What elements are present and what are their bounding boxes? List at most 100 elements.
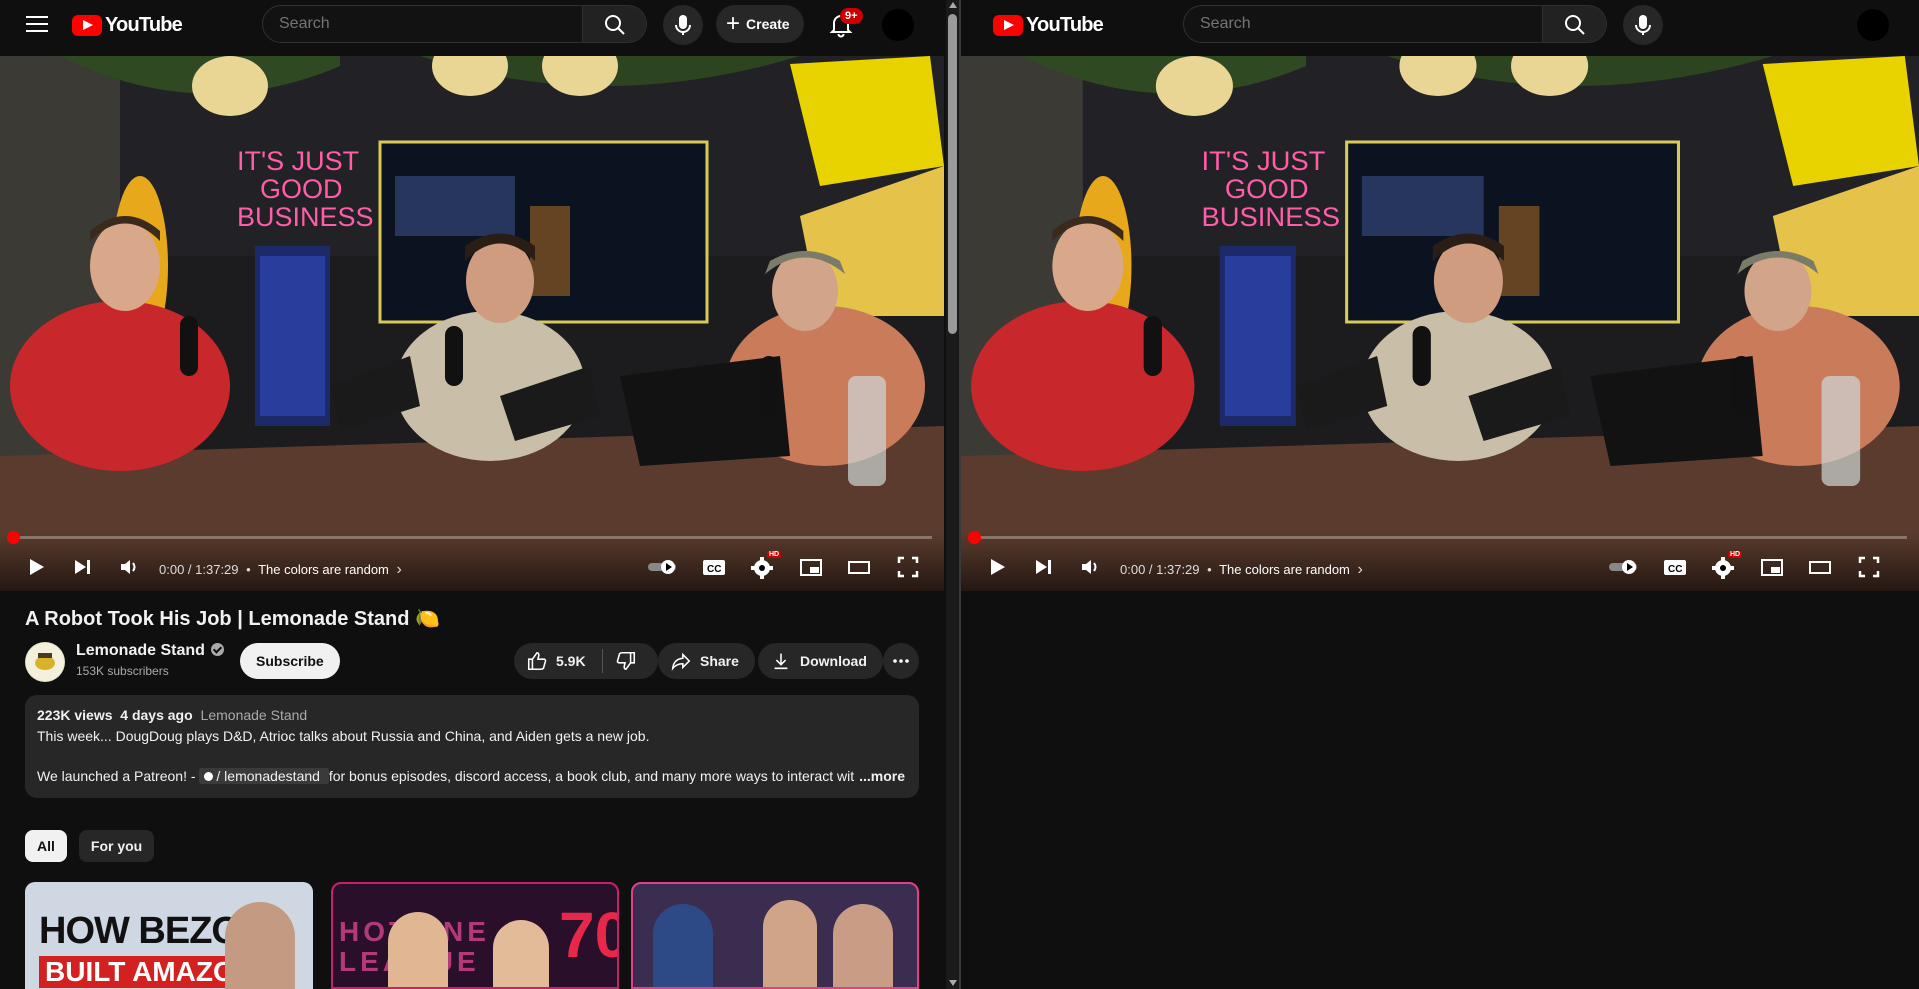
microphone-icon xyxy=(1635,15,1651,35)
account-avatar[interactable] xyxy=(1857,9,1889,41)
share-icon xyxy=(671,652,691,671)
filter-chips: All For you xyxy=(25,830,155,862)
next-icon[interactable] xyxy=(68,553,96,581)
captions-icon[interactable]: CC xyxy=(700,553,728,581)
lemon-stand-logo-icon xyxy=(26,643,64,681)
miniplayer-icon[interactable] xyxy=(797,553,825,581)
scroll-thumb[interactable] xyxy=(948,14,957,334)
plus-icon: + xyxy=(726,10,741,37)
like-count[interactable]: 5.9K xyxy=(556,653,586,669)
neon-sign-line1: IT'S JUST xyxy=(237,146,359,176)
chapter-title[interactable]: The colors are random xyxy=(1219,562,1350,577)
recommendation-thumbnail[interactable]: HOW BEZOS BUILT AMAZON xyxy=(25,882,313,989)
search-button[interactable] xyxy=(1543,5,1607,43)
right-window: YouTube IT'S JUST xyxy=(961,0,1919,989)
theater-mode-icon[interactable] xyxy=(845,553,873,581)
search-button[interactable] xyxy=(583,5,647,43)
progress-bar[interactable] xyxy=(968,531,1907,544)
fullscreen-icon[interactable] xyxy=(894,553,922,581)
time-display: 0:00 / 1:37:29 • The colors are random › xyxy=(1120,561,1363,579)
voice-search-button[interactable] xyxy=(1623,5,1663,45)
chevron-right-icon[interactable]: › xyxy=(1358,561,1363,578)
neon-sign-line2: GOOD xyxy=(1225,173,1309,204)
next-icon[interactable] xyxy=(1029,553,1057,581)
progress-scrubber[interactable] xyxy=(968,531,981,544)
youtube-logo-icon xyxy=(993,15,1023,36)
chip-for-you[interactable]: For you xyxy=(78,830,155,862)
search-box[interactable] xyxy=(262,5,583,43)
thumb-number: 70 xyxy=(559,899,617,971)
svg-text:CC: CC xyxy=(707,564,721,575)
thumbs-up-icon[interactable] xyxy=(526,650,548,672)
captions-icon[interactable]: CC xyxy=(1661,553,1689,581)
volume-icon[interactable] xyxy=(1076,553,1104,581)
subscribe-button[interactable]: Subscribe xyxy=(240,643,340,679)
volume-icon[interactable] xyxy=(115,553,143,581)
progress-scrubber[interactable] xyxy=(7,531,20,544)
chevron-right-icon[interactable]: › xyxy=(397,561,402,578)
autoplay-toggle[interactable] xyxy=(646,553,682,581)
video-title: A Robot Took His Job | Lemonade Stand 🍋 xyxy=(25,608,440,630)
search-box[interactable] xyxy=(1183,5,1543,43)
menu-icon[interactable] xyxy=(26,16,48,34)
masthead: YouTube xyxy=(961,0,1919,56)
video-frame: IT'S JUST GOOD BUSINESS xyxy=(0,56,944,591)
more-link[interactable]: ...more xyxy=(855,768,905,784)
notifications-button[interactable]: 9+ xyxy=(826,8,863,39)
channel-name-label: Lemonade Stand xyxy=(76,642,205,659)
person-portrait xyxy=(225,902,295,989)
channel-name[interactable]: Lemonade Stand xyxy=(76,642,224,660)
description-box[interactable]: 223K views 4 days ago Lemonade Stand Thi… xyxy=(25,695,919,798)
subscriber-count: 153K subscribers xyxy=(76,664,169,678)
notification-badge: 9+ xyxy=(840,8,863,24)
share-button[interactable]: Share xyxy=(658,643,755,679)
person-portrait xyxy=(388,912,448,987)
chip-all[interactable]: All xyxy=(25,830,67,862)
player-controls: 0:00 / 1:37:29 • The colors are random ›… xyxy=(961,531,1919,591)
scroll-up-icon[interactable] xyxy=(949,2,957,8)
search-input[interactable] xyxy=(263,6,582,42)
youtube-logo-icon xyxy=(72,15,102,36)
create-button[interactable]: + Create xyxy=(716,5,804,43)
person-portrait xyxy=(763,900,817,987)
upload-age: 4 days ago xyxy=(120,707,193,723)
patreon-link[interactable]: / lemonadestand xyxy=(199,768,329,784)
voice-search-button[interactable] xyxy=(663,5,703,45)
progress-bar[interactable] xyxy=(7,531,932,544)
video-player[interactable]: IT'S JUST GOOD BUSINESS 0:00 / 1:37:29 •… xyxy=(0,56,944,591)
search-icon xyxy=(605,15,625,35)
thumbs-down-icon[interactable] xyxy=(615,650,637,672)
description-tag[interactable]: Lemonade Stand xyxy=(201,707,308,723)
neon-sign-line3: BUSINESS xyxy=(1202,201,1341,232)
youtube-logo[interactable]: YouTube xyxy=(72,14,183,37)
play-icon[interactable] xyxy=(22,553,50,581)
recommendation-thumbnail[interactable]: HOTLINE LEAGUE 70 xyxy=(331,882,619,989)
download-button[interactable]: Download xyxy=(758,643,883,679)
neon-sign-line2: GOOD xyxy=(260,174,343,204)
miniplayer-icon[interactable] xyxy=(1758,553,1786,581)
theater-mode-icon[interactable] xyxy=(1806,553,1834,581)
more-actions-button[interactable] xyxy=(883,643,919,679)
autoplay-toggle[interactable] xyxy=(1607,553,1643,581)
scrollbar[interactable] xyxy=(946,0,959,989)
chapter-title[interactable]: The colors are random xyxy=(258,562,389,577)
scroll-down-icon[interactable] xyxy=(949,980,957,986)
play-icon[interactable] xyxy=(983,553,1011,581)
person-portrait xyxy=(493,920,549,987)
video-player[interactable]: IT'S JUST GOOD BUSINESS 0:00 / 1:37:29 •… xyxy=(961,56,1919,591)
youtube-logo[interactable]: YouTube xyxy=(993,14,1104,37)
channel-avatar[interactable] xyxy=(25,642,65,682)
recommendation-thumbnail[interactable] xyxy=(631,882,919,989)
fullscreen-icon[interactable] xyxy=(1855,553,1883,581)
left-window: YouTube + Create 9+ xyxy=(0,0,944,989)
like-dislike-group: 5.9K xyxy=(514,643,658,679)
search-input[interactable] xyxy=(1184,6,1542,42)
hd-badge: HD xyxy=(767,551,782,558)
description-meta: 223K views 4 days ago Lemonade Stand xyxy=(37,707,307,723)
masthead: YouTube + Create 9+ xyxy=(0,0,944,56)
separator: • xyxy=(246,562,251,577)
account-avatar[interactable] xyxy=(882,9,914,41)
create-label: Create xyxy=(746,16,790,32)
more-horizontal-icon xyxy=(893,659,909,663)
time-readout: 0:00 / 1:37:29 xyxy=(159,562,239,577)
